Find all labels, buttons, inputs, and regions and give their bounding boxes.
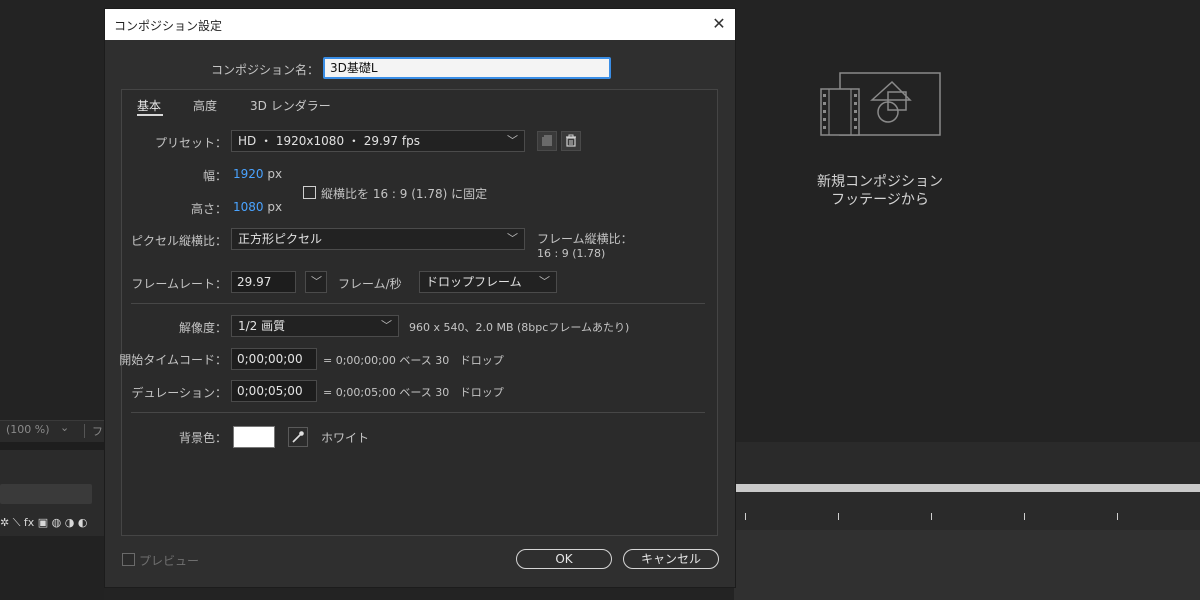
preset-label: プリセット： bbox=[154, 136, 227, 150]
chevron-down-icon: ﹀ bbox=[311, 275, 322, 288]
duration-label: デュレーション： bbox=[131, 386, 227, 400]
start-timecode-label: 開始タイムコード： bbox=[119, 353, 227, 367]
chevron-down-icon: ﹀ bbox=[539, 275, 550, 288]
width-label: 幅： bbox=[202, 169, 227, 183]
height-label: 高さ： bbox=[190, 202, 227, 216]
pixel-aspect-value: 正方形ピクセル bbox=[238, 232, 323, 246]
height-value[interactable]: 1080 bbox=[233, 200, 264, 214]
timeline-tick bbox=[1024, 513, 1025, 520]
zoom-chevron-down-icon[interactable]: ⌄ bbox=[60, 421, 69, 434]
section-divider bbox=[131, 303, 705, 304]
preview-label[interactable]: プレビュー bbox=[139, 552, 199, 569]
new-comp-line2: フッテージから bbox=[831, 192, 929, 208]
active-tab-indicator bbox=[137, 114, 163, 116]
frame-rate-input[interactable]: 29.97 bbox=[231, 271, 296, 293]
composition-settings-dialog: コンポジション設定 ✕ コンポジション名： 3D基礎L 基本 高度 3D レンダ… bbox=[104, 8, 736, 588]
start-timecode-drop: ドロップ bbox=[459, 354, 504, 367]
start-timecode-equals-value: = 0;00;00;00 bbox=[323, 354, 396, 367]
footer-divider bbox=[84, 424, 85, 438]
frame-rate-label: フレームレート： bbox=[131, 277, 227, 291]
duration-base: ベース 30 bbox=[399, 386, 450, 399]
resolution-dropdown[interactable]: 1/2 画質 ﹀ bbox=[231, 315, 399, 337]
start-timecode-equals: = 0;00;00;00 ベース 30 ドロップ bbox=[323, 352, 504, 368]
frame-aspect-label: フレーム縦横比： bbox=[537, 232, 633, 246]
width-value[interactable]: 1920 bbox=[233, 167, 264, 181]
duration-input[interactable]: 0;00;05;00 bbox=[231, 380, 317, 402]
start-timecode-input[interactable]: 0;00;00;00 bbox=[231, 348, 317, 370]
close-icon[interactable]: ✕ bbox=[709, 13, 729, 35]
preset-value: HD ・ 1920x1080 ・ 29.97 fps bbox=[238, 134, 420, 148]
tab-3d-renderer[interactable]: 3D レンダラー bbox=[250, 97, 331, 114]
resolution-info: 960 x 540、2.0 MB (8bpcフレームあたり) bbox=[409, 321, 630, 334]
frame-rate-dropdown[interactable]: ﹀ bbox=[305, 271, 327, 293]
width-field[interactable]: 1920 px bbox=[233, 167, 282, 181]
height-unit: px bbox=[267, 200, 283, 214]
preview-checkbox[interactable] bbox=[122, 553, 135, 566]
width-unit: px bbox=[267, 167, 283, 181]
timeline-work-area-bar[interactable] bbox=[734, 484, 1200, 492]
footer-truncated-item[interactable]: フ bbox=[92, 423, 103, 439]
duration-equals-value: = 0;00;05;00 bbox=[323, 386, 396, 399]
delete-preset-icon[interactable] bbox=[561, 131, 581, 151]
cancel-button[interactable]: キャンセル bbox=[623, 549, 719, 569]
pixel-aspect-label: ピクセル縦横比： bbox=[130, 234, 227, 248]
zoom-level[interactable]: (100 %) bbox=[6, 423, 50, 436]
timeline-track-area bbox=[734, 530, 1200, 600]
layer-switches-icons[interactable]: ✲ ⟍ fx ▣ ◍ ◑ ◐ bbox=[0, 516, 104, 534]
timeline-layer-list bbox=[0, 536, 104, 600]
resolution-label: 解像度： bbox=[178, 321, 227, 335]
section-divider bbox=[131, 412, 705, 413]
background-color-name: ホワイト bbox=[321, 431, 370, 445]
frame-aspect-value: 16 : 9 (1.78) bbox=[537, 247, 606, 260]
dialog-titlebar[interactable]: コンポジション設定 ✕ bbox=[105, 9, 735, 40]
comp-name-input[interactable]: 3D基礎L bbox=[323, 57, 611, 79]
timeline-tick bbox=[745, 513, 746, 520]
chevron-down-icon: ﹀ bbox=[507, 232, 518, 245]
chevron-down-icon: ﹀ bbox=[381, 319, 392, 332]
drop-frame-dropdown[interactable]: ドロップフレーム ﹀ bbox=[419, 271, 557, 293]
new-composition-from-footage-label[interactable]: 新規コンポジション フッテージから bbox=[790, 173, 970, 209]
drop-frame-value: ドロップフレーム bbox=[426, 275, 522, 289]
dialog-title: コンポジション設定 bbox=[114, 19, 223, 33]
new-comp-line1: 新規コンポジション bbox=[817, 174, 943, 190]
lock-aspect-label[interactable]: 縦横比を 16 : 9 (1.78) に固定 bbox=[321, 185, 487, 202]
settings-panel bbox=[121, 89, 718, 536]
start-timecode-base: ベース 30 bbox=[399, 354, 450, 367]
new-composition-from-footage-icon[interactable] bbox=[820, 72, 942, 138]
ok-button[interactable]: OK bbox=[516, 549, 612, 569]
duration-equals: = 0;00;05;00 ベース 30 ドロップ bbox=[323, 384, 504, 400]
background-color-label: 背景色： bbox=[178, 431, 227, 445]
resolution-value: 1/2 画質 bbox=[238, 319, 286, 333]
lock-aspect-checkbox[interactable] bbox=[303, 186, 316, 199]
pixel-aspect-dropdown[interactable]: 正方形ピクセル ﹀ bbox=[231, 228, 525, 250]
preset-dropdown[interactable]: HD ・ 1920x1080 ・ 29.97 fps ﹀ bbox=[231, 130, 525, 152]
tab-advanced[interactable]: 高度 bbox=[193, 97, 217, 114]
timeline-tick bbox=[1117, 513, 1118, 520]
comp-name-label: コンポジション名： bbox=[210, 63, 319, 77]
tab-basic[interactable]: 基本 bbox=[137, 97, 161, 114]
duration-drop: ドロップ bbox=[459, 386, 504, 399]
background-color-swatch[interactable] bbox=[233, 426, 275, 448]
chevron-down-icon: ﹀ bbox=[507, 134, 518, 147]
timeline-search-field[interactable] bbox=[0, 484, 92, 504]
timeline-tick bbox=[931, 513, 932, 520]
timeline-tick bbox=[838, 513, 839, 520]
save-preset-icon[interactable] bbox=[537, 131, 557, 151]
frame-rate-unit: フレーム/秒 bbox=[338, 277, 402, 291]
eyedropper-icon[interactable] bbox=[288, 427, 308, 447]
height-field[interactable]: 1080 px bbox=[233, 200, 282, 214]
